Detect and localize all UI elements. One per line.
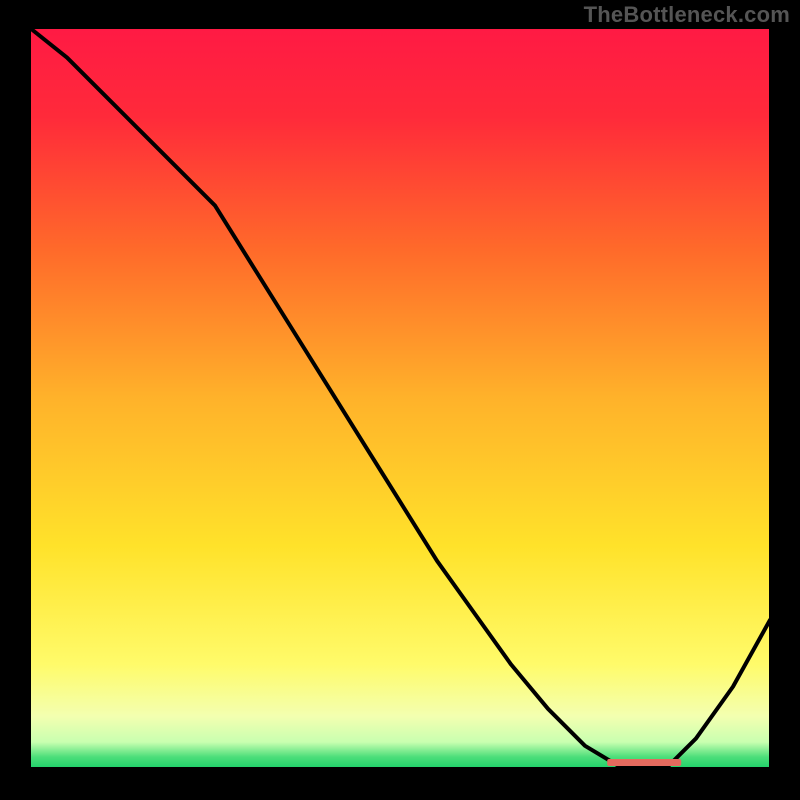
watermark-text: TheBottleneck.com	[584, 2, 790, 28]
baseline-marker	[607, 759, 681, 766]
chart-svg	[0, 0, 800, 800]
plot-background	[30, 28, 770, 768]
chart-container: TheBottleneck.com	[0, 0, 800, 800]
